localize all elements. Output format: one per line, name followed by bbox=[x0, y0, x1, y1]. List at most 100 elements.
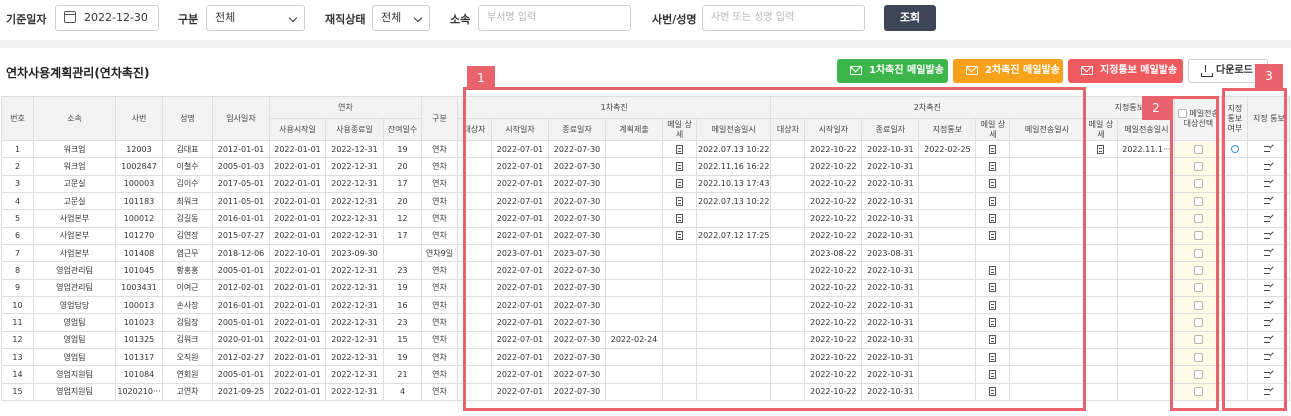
cell-notice bbox=[1247, 278, 1291, 298]
document-icon[interactable] bbox=[989, 318, 997, 328]
table-row[interactable]: 12 영업팀 101325 김워크 2020-01-01 2022-01-01 2022-1… bbox=[1, 330, 1291, 350]
download-label: 다운로드 bbox=[1216, 65, 1253, 76]
edit-icon[interactable] bbox=[1263, 215, 1274, 223]
table-row[interactable]: 11 영업팀 101023 김팀장 2005-01-01 2022-01-01 2022-1… bbox=[1, 313, 1291, 332]
cell-f-end: 2022-07-30 bbox=[548, 157, 606, 176]
designate-mail-button[interactable]: 지정통보 메일발송 bbox=[1068, 59, 1183, 83]
date-field[interactable]: 2022-12-30 bbox=[55, 5, 159, 31]
edit-icon[interactable] bbox=[1263, 388, 1274, 396]
document-icon[interactable] bbox=[989, 214, 997, 224]
cell-s-mail-detail bbox=[975, 296, 1011, 315]
row-checkbox[interactable] bbox=[1193, 196, 1203, 206]
edit-icon[interactable] bbox=[1263, 232, 1274, 240]
table-row[interactable]: 6 사업본부 101270 김연장 2015-07-27 2022-01-01 2022-1… bbox=[1, 226, 1291, 246]
row-checkbox[interactable] bbox=[1193, 231, 1203, 241]
first-mail-button[interactable]: 1차촉진 메일발송 bbox=[837, 59, 948, 83]
row-checkbox[interactable] bbox=[1193, 318, 1203, 328]
mail-icon bbox=[966, 66, 978, 75]
table-row[interactable]: 14 영업지원팀 101084 연회원 2005-01-01 2022-01-01 2022… bbox=[1, 365, 1291, 384]
document-icon[interactable] bbox=[989, 196, 997, 206]
table-row[interactable]: 8 영업관리팀 101045 황홍홍 2005-01-01 2022-01-01 2022-… bbox=[1, 261, 1291, 280]
table-row[interactable]: 9 영업관리팀 1003431 이여근 2012-02-01 2022-01-01 2022… bbox=[1, 278, 1291, 298]
edit-icon[interactable] bbox=[1263, 145, 1274, 153]
cell-use-start: 2022-01-01 bbox=[269, 348, 326, 367]
table-row[interactable]: 15 영업지원팀 1020210··· 고연차 2021-09-25 2022-01-01… bbox=[1, 382, 1291, 402]
cell-f-target bbox=[457, 261, 492, 280]
edit-icon[interactable] bbox=[1263, 284, 1274, 292]
document-icon[interactable] bbox=[989, 370, 997, 380]
document-icon[interactable] bbox=[989, 387, 997, 397]
table-row[interactable]: 5 사업본부 100012 김길동 2016-01-01 2022-01-01 2022-1… bbox=[1, 209, 1291, 228]
table-row[interactable]: 10 영업담당 100013 손사장 2016-01-01 2022-01-01 2022-… bbox=[1, 296, 1291, 315]
table-row[interactable]: 7 사업본부 101408 염근무 2018-12-06 2022-10-01 2023-0… bbox=[1, 244, 1291, 263]
cell-d-mail-sent bbox=[1117, 157, 1176, 176]
document-icon[interactable] bbox=[676, 144, 683, 154]
edit-icon[interactable] bbox=[1263, 301, 1274, 309]
cell-s-target bbox=[770, 348, 806, 367]
edit-icon[interactable] bbox=[1263, 197, 1274, 205]
edit-icon[interactable] bbox=[1263, 319, 1274, 327]
row-checkbox[interactable] bbox=[1193, 335, 1203, 345]
table-row[interactable]: 2 워크업 1002847 이철수 2005-01-03 2022-01-01 2022-1… bbox=[1, 157, 1291, 176]
edit-icon[interactable] bbox=[1263, 353, 1274, 361]
edit-icon[interactable] bbox=[1263, 163, 1274, 171]
cell-use-start: 2022-01-01 bbox=[269, 157, 326, 176]
table-row[interactable]: 13 영업팀 101317 오직원 2012-02-27 2022-01-01 2022-1… bbox=[1, 348, 1291, 367]
document-icon[interactable] bbox=[989, 352, 997, 362]
cell-f-end: 2022-07-30 bbox=[548, 226, 606, 246]
row-checkbox[interactable] bbox=[1193, 352, 1203, 362]
edit-icon[interactable] bbox=[1263, 371, 1274, 379]
edit-icon[interactable] bbox=[1263, 267, 1274, 275]
edit-icon[interactable] bbox=[1263, 180, 1274, 188]
document-icon[interactable] bbox=[989, 231, 997, 241]
document-icon[interactable] bbox=[989, 179, 997, 189]
cell-name: 김길동 bbox=[162, 209, 213, 228]
table-row[interactable]: 1 워크업 12003 김대표 2012-01-01 2022-01-01 2022-12-… bbox=[1, 139, 1291, 159]
document-icon[interactable] bbox=[989, 266, 997, 276]
row-checkbox[interactable] bbox=[1193, 266, 1203, 276]
cell-remain: 23 bbox=[383, 261, 422, 280]
document-icon[interactable] bbox=[989, 335, 997, 345]
circle-icon[interactable] bbox=[1230, 145, 1239, 154]
search-button[interactable]: 조회 bbox=[884, 5, 936, 31]
emp-input[interactable]: 사번 또는 성명 입력 bbox=[702, 5, 865, 31]
cell-d-mail-detail bbox=[1083, 244, 1119, 263]
document-icon[interactable] bbox=[676, 214, 683, 224]
document-icon[interactable] bbox=[989, 300, 997, 310]
row-checkbox[interactable] bbox=[1193, 283, 1203, 293]
dept-input[interactable]: 부서명 입력 bbox=[478, 5, 631, 31]
row-checkbox[interactable] bbox=[1193, 162, 1203, 172]
row-checkbox[interactable] bbox=[1193, 387, 1203, 397]
document-icon[interactable] bbox=[676, 231, 683, 241]
cell-notice bbox=[1247, 139, 1291, 159]
row-checkbox[interactable] bbox=[1193, 144, 1203, 154]
document-icon[interactable] bbox=[676, 196, 683, 206]
calendar-icon[interactable] bbox=[64, 11, 76, 23]
status-select[interactable]: 전체 bbox=[372, 5, 430, 31]
cell-s-mail-detail bbox=[975, 192, 1011, 211]
row-checkbox[interactable] bbox=[1193, 179, 1203, 189]
document-icon[interactable] bbox=[676, 179, 683, 189]
cell-remain: 19 bbox=[383, 348, 422, 367]
row-checkbox[interactable] bbox=[1193, 370, 1203, 380]
row-checkbox[interactable] bbox=[1193, 248, 1203, 258]
table-row[interactable]: 3 고문실 100003 김이수 2017-05-01 2022-01-01 2022-12… bbox=[1, 174, 1291, 194]
cell-d-mail-sent bbox=[1117, 382, 1176, 402]
document-icon[interactable] bbox=[676, 162, 683, 172]
table-row[interactable]: 4 고문실 101183 최워크 2011-05-01 2022-01-01 2022-12… bbox=[1, 192, 1291, 211]
row-checkbox[interactable] bbox=[1193, 214, 1203, 224]
document-icon[interactable] bbox=[1097, 144, 1105, 154]
header-mail-select[interactable]: 메일전송 대상선택 bbox=[1174, 96, 1223, 141]
second-mail-button[interactable]: 2차촉진 메일발송 bbox=[953, 59, 1063, 83]
document-icon[interactable] bbox=[989, 283, 997, 293]
document-icon[interactable] bbox=[989, 162, 997, 172]
designate-mail-label: 지정통보 메일발송 bbox=[1100, 65, 1178, 76]
cell-f-plan bbox=[605, 365, 663, 384]
document-icon[interactable] bbox=[989, 144, 997, 154]
row-checkbox[interactable] bbox=[1193, 300, 1203, 310]
cell-f-start: 2022-07-01 bbox=[491, 261, 549, 280]
edit-icon[interactable] bbox=[1263, 336, 1274, 344]
type-select[interactable]: 전체 bbox=[206, 5, 305, 31]
edit-icon[interactable] bbox=[1263, 249, 1274, 257]
select-all-checkbox[interactable] bbox=[1177, 108, 1187, 118]
